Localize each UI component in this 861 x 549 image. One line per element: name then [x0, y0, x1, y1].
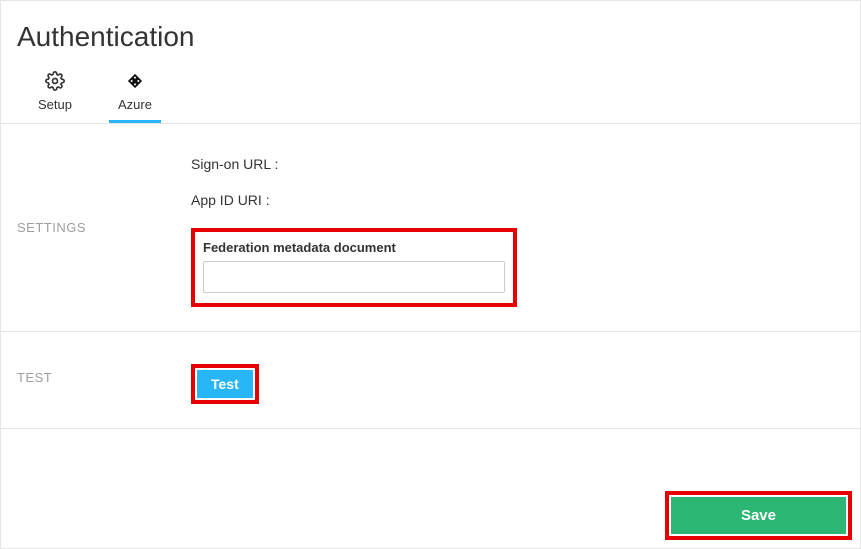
- test-heading: TEST: [1, 364, 191, 404]
- tab-azure-label: Azure: [118, 97, 152, 112]
- tab-setup[interactable]: Setup: [29, 71, 81, 123]
- test-button[interactable]: Test: [197, 370, 253, 398]
- tab-azure[interactable]: Azure: [109, 71, 161, 123]
- settings-body: Sign-on URL : App ID URI : Federation me…: [191, 156, 860, 307]
- test-section: TEST Test: [1, 332, 860, 429]
- sign-on-url-label: Sign-on URL :: [191, 156, 860, 172]
- federation-input[interactable]: [203, 261, 505, 293]
- test-highlight: Test: [191, 364, 259, 404]
- footer: Save: [665, 491, 852, 540]
- tab-bar: Setup Azure: [1, 71, 860, 124]
- federation-highlight: Federation metadata document: [191, 228, 517, 307]
- gear-icon: [45, 71, 65, 91]
- content-area: SETTINGS Sign-on URL : App ID URI : Fede…: [1, 124, 860, 429]
- settings-section: SETTINGS Sign-on URL : App ID URI : Fede…: [1, 124, 860, 332]
- app-id-uri-label: App ID URI :: [191, 192, 860, 208]
- federation-label: Federation metadata document: [203, 240, 505, 255]
- save-button[interactable]: Save: [671, 497, 846, 534]
- page-title: Authentication: [1, 1, 860, 71]
- diamond-icon: [125, 71, 145, 91]
- page-container: Authentication Setup Azure: [0, 0, 861, 549]
- settings-heading: SETTINGS: [1, 156, 191, 307]
- save-highlight: Save: [665, 491, 852, 540]
- tab-setup-label: Setup: [38, 97, 72, 112]
- test-body: Test: [191, 364, 860, 404]
